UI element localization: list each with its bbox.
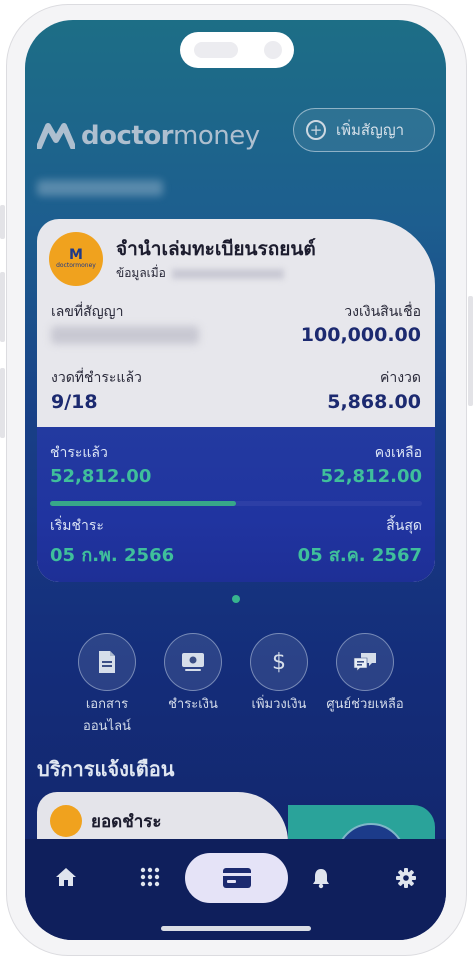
carousel-page-indicator[interactable] — [232, 595, 240, 603]
quick-action-label: ศูนย์ช่วยเหลือ — [326, 697, 404, 712]
installments-paid-value: 9/18 — [51, 391, 98, 413]
remaining-label: คงเหลือ — [374, 445, 422, 461]
side-button-power — [468, 296, 473, 406]
home-icon — [56, 868, 76, 886]
logo-text-light: money — [173, 121, 260, 151]
side-button-volume-up — [0, 272, 5, 342]
remaining-value: 52,812.00 — [320, 466, 422, 487]
loan-contract-card[interactable]: M doctormoney จำนำเล่มทะเบียนรถยนต์ ข้อม… — [37, 219, 435, 582]
gear-icon — [396, 868, 416, 888]
quick-action-label: เพิ่มวงเงิน — [251, 697, 307, 712]
brand-badge-text: doctormoney — [56, 262, 96, 269]
brand-badge: M doctormoney — [49, 232, 103, 286]
loan-type-title: จำนำเล่มทะเบียนรถยนต์ — [116, 238, 316, 260]
quick-action-help-center[interactable]: ศูนย์ช่วยเหลือ — [326, 633, 404, 716]
contract-number-label: เลขที่สัญญา — [51, 304, 124, 320]
tab-contracts[interactable] — [185, 853, 288, 903]
end-date-label: สิ้นสุด — [386, 518, 422, 534]
app-screen: doctormoney + เพิ่มสัญญา M doctormoney จ… — [25, 20, 446, 940]
home-indicator — [161, 926, 311, 931]
chat-icon — [353, 653, 376, 672]
paid-value: 52,812.00 — [50, 466, 152, 487]
payment-due-title: ยอดชำระ — [91, 812, 162, 832]
dynamic-island — [180, 32, 294, 68]
side-button-mute — [0, 205, 5, 239]
payment-summary: ชำระแล้ว คงเหลือ 52,812.00 52,812.00 เริ… — [37, 427, 435, 582]
apps-grid-icon — [140, 867, 160, 887]
payment-icon — [182, 653, 204, 671]
paid-label: ชำระแล้ว — [50, 445, 108, 461]
data-as-of: ข้อมูลเมื่อ — [116, 264, 284, 283]
credit-limit-label: วงเงินสินเชื่อ — [344, 304, 421, 320]
card-icon — [222, 868, 251, 888]
quick-action-online-documents[interactable]: เอกสารออนไลน์ — [75, 633, 139, 738]
start-date-value: 05 ก.พ. 2566 — [50, 545, 175, 566]
plus-icon: + — [306, 120, 326, 140]
quick-action-label-line2: ออนไลน์ — [83, 719, 131, 734]
quick-action-label: ชำระเงิน — [168, 697, 218, 712]
contract-number-value-blurred — [51, 326, 199, 344]
quick-action-payment[interactable]: ชำระเงิน — [161, 633, 225, 716]
payment-progress-fill — [50, 501, 236, 506]
blurred-greeting — [37, 180, 163, 196]
installment-amount-value: 5,868.00 — [327, 391, 421, 413]
tab-notifications[interactable] — [311, 867, 331, 889]
doctormoney-logo-icon — [37, 123, 75, 149]
credit-limit-value: 100,000.00 — [300, 324, 421, 346]
dollar-icon: $ — [272, 649, 286, 675]
installment-amount-label: ค่างวด — [379, 370, 421, 386]
app-logo: doctormoney — [37, 121, 260, 151]
start-date-label: เริ่มชำระ — [50, 518, 104, 534]
bell-icon — [313, 869, 329, 889]
side-button-volume-down — [0, 368, 5, 438]
add-contract-button[interactable]: + เพิ่มสัญญา — [293, 108, 435, 152]
payment-progress-bar — [50, 501, 422, 506]
tab-settings[interactable] — [395, 867, 417, 889]
notifications-section-title: บริการแจ้งเตือน — [37, 757, 175, 781]
end-date-value: 05 ส.ค. 2567 — [297, 545, 422, 566]
tab-apps[interactable] — [140, 867, 160, 887]
quick-action-label: เอกสาร — [85, 697, 129, 712]
quick-action-increase-limit[interactable]: $ เพิ่มวงเงิน — [247, 633, 311, 716]
tab-home[interactable] — [55, 867, 77, 887]
bottom-tab-bar — [25, 839, 446, 940]
installments-paid-label: งวดที่ชำระแล้ว — [51, 370, 142, 386]
brand-badge — [50, 805, 82, 837]
logo-text-bold: doctor — [81, 121, 174, 151]
document-icon — [99, 651, 115, 673]
add-contract-label: เพิ่มสัญญา — [336, 121, 405, 139]
